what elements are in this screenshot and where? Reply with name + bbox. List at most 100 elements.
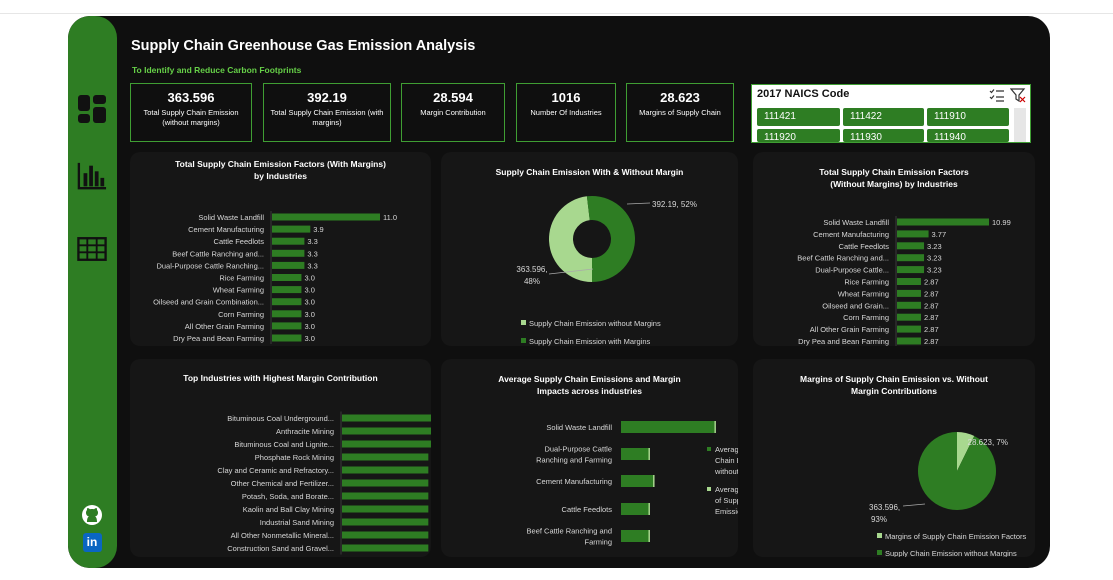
category-label: Solid Waste Landfill — [823, 218, 889, 227]
slicer-item[interactable]: 111920 — [757, 129, 840, 142]
bar — [897, 278, 922, 285]
bar — [342, 414, 431, 422]
kpi-value: 28.623 — [660, 90, 700, 105]
kpi-value: 363.596 — [167, 90, 215, 105]
category-label: Rice Farming — [219, 274, 264, 283]
bar — [621, 421, 715, 433]
kpi-card: 392.19 Total Supply Chain Emission (with… — [263, 83, 391, 142]
leader-line — [626, 202, 651, 205]
slicer-item[interactable]: 111421 — [757, 108, 840, 126]
bar — [272, 298, 302, 306]
dashboard-icon[interactable] — [77, 94, 107, 124]
github-icon[interactable] — [77, 500, 107, 530]
linkedin-glyph: in — [82, 532, 102, 552]
kpi-label: Total Supply Chain Emission (with margin… — [270, 108, 384, 127]
kpi-label: Margins of Supply Chain — [639, 108, 721, 117]
bar — [272, 286, 302, 294]
chart-panel-donut: Supply Chain Emission With & Without Mar… — [441, 152, 738, 346]
bar — [342, 544, 429, 552]
kpi-card: 363.596 Total Supply Chain Emission (wit… — [130, 83, 252, 142]
category-label: Farming — [584, 538, 612, 547]
slicer-item[interactable]: 111422 — [843, 108, 924, 126]
category-label: Corn Farming — [843, 313, 889, 322]
data-label: 93% — [871, 515, 887, 524]
bar — [897, 337, 922, 345]
category-label: Dry Pea and Bean Farming — [798, 337, 889, 346]
bar — [342, 440, 431, 448]
category-label: Kaolin and Ball Clay Mining — [243, 505, 334, 514]
category-label: Clay and Ceramic and Refractory... — [217, 466, 334, 475]
donut-slice — [549, 196, 592, 282]
data-label: 3.3 — [307, 261, 317, 270]
bar — [621, 448, 649, 460]
dashboard-frame: in Supply Chain Greenhouse Gas Emission … — [68, 16, 1050, 568]
legend-label: of Supply Chain — [715, 496, 738, 505]
table-icon[interactable] — [77, 234, 107, 264]
bar-chart-icon[interactable] — [77, 161, 107, 191]
bar — [272, 261, 305, 269]
bar — [897, 242, 925, 250]
legend-swatch — [707, 487, 711, 491]
sidebar: in — [68, 16, 117, 568]
bar-margin — [714, 421, 716, 433]
chart-panel-pie: Margins of Supply Chain Emission vs. Wit… — [753, 359, 1035, 557]
data-label: 2.87 — [924, 289, 939, 298]
kpi-value: 392.19 — [307, 90, 347, 105]
bar — [342, 492, 429, 500]
kpi-card: 28.594 Margin Contribution — [401, 83, 505, 142]
data-label: 3.77 — [932, 230, 947, 239]
slicer-item[interactable]: 111940 — [927, 129, 1009, 142]
category-label: Cement Manufacturing — [188, 225, 264, 234]
top-strip — [0, 0, 1113, 14]
data-label: 28.623, 7% — [968, 438, 1008, 447]
donut-slice — [586, 196, 635, 282]
kpi-card: 1016 Number Of Industries — [516, 83, 616, 142]
data-label: 363.596, — [516, 265, 547, 274]
data-label: 3.23 — [927, 242, 942, 251]
page-title: Supply Chain Greenhouse Gas Emission Ana… — [131, 38, 476, 54]
data-label: 3.0 — [304, 322, 314, 331]
slicer-item[interactable]: 111930 — [843, 129, 924, 142]
bar — [272, 310, 302, 318]
clear-filter-icon[interactable] — [1009, 87, 1026, 108]
category-label: Industrial Sand Mining — [260, 518, 334, 527]
bar — [272, 334, 302, 342]
category-label: Dual-Purpose Cattle — [544, 445, 612, 454]
slicer-scrollbar[interactable] — [1014, 108, 1026, 142]
bar — [342, 531, 429, 539]
multi-select-icon[interactable] — [989, 88, 1005, 107]
data-label: 3.23 — [927, 266, 942, 275]
chart-with-margins-svg: Solid Waste Landfill 11.0 Cement Manufactu… — [153, 210, 397, 345]
category-label: Phosphate Rock Mining — [255, 453, 334, 462]
category-label: Dual-Purpose Cattle Ranching... — [156, 261, 264, 270]
bar — [897, 301, 922, 309]
data-label: 3.0 — [304, 334, 314, 343]
bar — [897, 230, 929, 238]
data-label: 3.23 — [927, 254, 942, 263]
category-label: Wheat Farming — [213, 286, 264, 295]
category-label: Cattle Feedlots — [214, 237, 265, 246]
slicer-item[interactable]: 111910 — [927, 108, 1009, 126]
category-label: Beef Cattle Ranching and... — [797, 254, 889, 263]
bar-margin — [648, 448, 650, 460]
category-label: Oilseed and Grain Combination... — [153, 298, 264, 307]
category-label: Cattle Feedlots — [562, 505, 613, 514]
legend-label: Supply Chain Emission without Margins — [885, 549, 1017, 557]
top-industries-svg: Bituminous Coal Underground...0.27Anthra… — [217, 411, 431, 555]
linkedin-icon[interactable]: in — [77, 527, 107, 557]
data-label: 3.0 — [304, 274, 314, 283]
bar — [342, 479, 429, 487]
chart-panel-top-industries: Top Industries with Highest Margin Contr… — [130, 359, 431, 557]
category-label: Wheat Farming — [838, 289, 889, 298]
bar-margin — [653, 475, 655, 487]
bar — [897, 254, 925, 262]
bar — [621, 503, 649, 515]
category-label: Cement Manufacturing — [813, 230, 889, 239]
legend-label: Supply Chain Emission with Margins — [529, 337, 651, 346]
data-label: 2.87 — [924, 278, 939, 287]
category-label: Beef Cattle Ranching and — [527, 527, 612, 536]
kpi-card: 28.623 Margins of Supply Chain — [626, 83, 734, 142]
category-label: Cement Manufacturing — [536, 477, 612, 486]
bar — [342, 427, 431, 435]
category-label: Rice Farming — [844, 278, 889, 287]
